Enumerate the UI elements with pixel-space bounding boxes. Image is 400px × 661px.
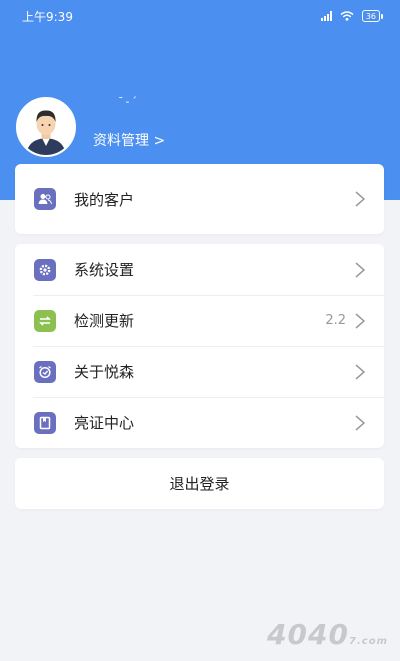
refresh-update-icon	[34, 309, 56, 332]
status-bar: 上午9:39 36	[0, 0, 400, 32]
status-time: 上午9:39	[22, 9, 73, 24]
menu-item-label: 关于悦森	[74, 363, 135, 381]
menu-item-label: 系统设置	[74, 261, 135, 279]
logout-card: 退出登录	[15, 458, 384, 509]
chevron-right-icon	[355, 191, 366, 207]
signal-icon	[320, 11, 332, 21]
chevron-right-icon	[355, 414, 366, 431]
watermark-suffix: 7.com	[349, 636, 388, 647]
profile-manage-link[interactable]: 资料管理 >	[93, 130, 165, 150]
username: ˉ-ˊ	[118, 95, 139, 108]
watermark-text: 4040	[267, 618, 350, 651]
battery-level: 36	[365, 11, 376, 21]
menu-item-customers[interactable]: 我的客户	[15, 164, 384, 234]
menu-item-system-settings[interactable]: 系统设置	[15, 244, 384, 295]
settings-card: 系统设置 检测更新 2.2 关于悦森 亮证中心	[15, 244, 384, 448]
chevron-right-icon	[355, 363, 366, 380]
settings-gear-icon	[34, 258, 56, 281]
logout-button[interactable]: 退出登录	[15, 458, 384, 509]
menu-item-label: 亮证中心	[74, 414, 135, 432]
battery-icon: 36	[361, 10, 384, 22]
menu-item-certificate-center[interactable]: 亮证中心	[15, 397, 384, 448]
menu-item-label: 检测更新	[74, 312, 135, 330]
chevron-right-icon	[355, 261, 366, 278]
about-clock-icon	[34, 360, 56, 383]
user-avatar-icon	[18, 99, 74, 155]
menu-item-check-update[interactable]: 检测更新 2.2	[15, 295, 384, 346]
menu-item-about[interactable]: 关于悦森	[15, 346, 384, 397]
certificate-icon	[34, 411, 56, 434]
wifi-icon	[340, 11, 354, 21]
version-value: 2.2	[325, 313, 346, 328]
status-icons: 36	[320, 10, 384, 22]
chevron-right-icon	[355, 312, 366, 329]
menu-item-label: 我的客户	[74, 190, 135, 209]
avatar[interactable]	[16, 97, 76, 157]
watermark-logo: 40407.com	[267, 618, 388, 651]
customers-card: 我的客户	[15, 164, 384, 234]
customers-icon	[34, 188, 56, 210]
